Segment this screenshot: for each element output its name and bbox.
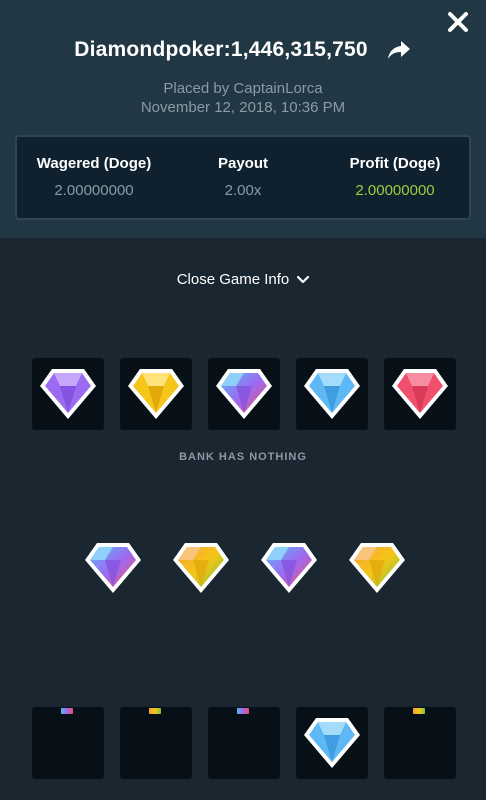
warm-indicator-icon <box>413 708 425 714</box>
orange-yellow-green-gem-icon <box>173 543 229 593</box>
blue-gem-icon <box>304 369 360 419</box>
placed-by-text: Placed by CaptainLorca <box>163 80 323 97</box>
red-gem-icon <box>392 369 448 419</box>
hand-tile-3 <box>208 707 280 779</box>
hand-tile-4 <box>296 707 368 779</box>
share-icon[interactable] <box>386 39 412 61</box>
hand-tile-1 <box>32 707 104 779</box>
game-info-header: Diamondpoker:1,446,315,750 Placed by Cap… <box>0 0 486 238</box>
toggle-label: Close Game Info <box>176 271 290 288</box>
bet-date: November 12, 2018, 10:36 PM <box>140 99 346 116</box>
profit-value: 2.00000000 <box>355 182 435 199</box>
hand-tile-5 <box>384 707 456 779</box>
bank-status: BANK HAS NOTHING <box>179 451 307 463</box>
purple-gem-icon <box>40 369 96 419</box>
wagered-stat: Wagered (Doge) 2.00000000 <box>31 155 157 199</box>
payout-stat: Payout 2.00x <box>195 155 291 199</box>
payout-value: 2.00x <box>224 182 262 199</box>
yellow-gem-icon <box>128 369 184 419</box>
blue-purple-red-gem-icon <box>261 543 317 593</box>
dealer-tile-5 <box>384 358 456 430</box>
wagered-value: 2.00000000 <box>54 182 134 199</box>
title-row: Diamondpoker:1,446,315,750 <box>0 38 486 62</box>
orange-yellow-green-gem-icon <box>349 543 405 593</box>
multicolor-indicator-icon <box>237 708 249 714</box>
multicolor-indicator-icon <box>61 708 73 714</box>
close-icon[interactable] <box>444 8 472 36</box>
game-title: Diamondpoker:1,446,315,750 <box>74 38 368 61</box>
chevron-down-icon <box>297 275 310 283</box>
warm-indicator-icon <box>149 708 161 714</box>
hand-tile-2 <box>120 707 192 779</box>
payout-label: Payout <box>217 155 268 172</box>
multicolor-gem-icon <box>216 369 272 419</box>
profit-label: Profit (Doge) <box>349 155 441 172</box>
wagered-label: Wagered (Doge) <box>36 155 152 172</box>
blue-gem-icon <box>304 718 360 768</box>
bet-stats-panel: Wagered (Doge) 2.00000000 Payout 2.00x P… <box>15 135 471 220</box>
profit-stat: Profit (Doge) 2.00000000 <box>337 155 453 199</box>
close-game-info-toggle[interactable]: Close Game Info <box>0 271 486 288</box>
dealer-tile-1 <box>32 358 104 430</box>
dealer-tile-2 <box>120 358 192 430</box>
dealer-tile-3 <box>208 358 280 430</box>
dealer-tile-4 <box>296 358 368 430</box>
blue-purple-red-gem-icon <box>85 543 141 593</box>
